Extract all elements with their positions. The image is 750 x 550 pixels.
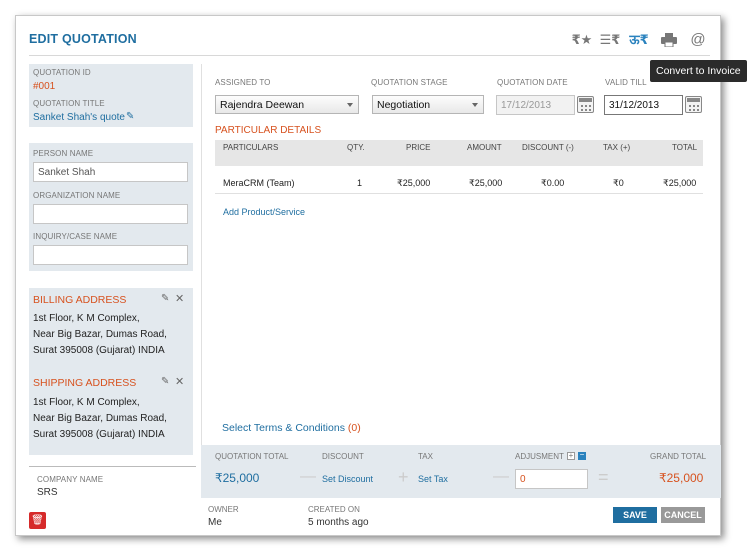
person-name-field[interactable]: Sanket Shah [33, 162, 188, 182]
col-total: TOTAL [672, 143, 698, 152]
billing-close-icon[interactable]: ✕ [175, 292, 184, 305]
row-divider [215, 193, 703, 194]
col-price: PRICE [406, 143, 431, 152]
calendar-icon[interactable] [577, 96, 594, 113]
col-tax: TAX (+) [603, 143, 631, 152]
discount-label: DISCOUNT [322, 452, 364, 461]
row-amount: ₹25,000 [469, 178, 503, 188]
row-tax: ₹0 [613, 178, 624, 188]
inquiry-label: INQUIRY/CASE NAME [33, 232, 118, 241]
save-button[interactable]: SAVE [613, 507, 657, 523]
set-tax-link[interactable]: Set Tax [418, 474, 448, 484]
column-divider [201, 64, 202, 447]
terms-link[interactable]: Select Terms & Conditions (0) [222, 422, 361, 434]
row-total: ₹25,000 [663, 178, 697, 188]
row-qty: 1 [357, 178, 363, 188]
quotation-date-label: QUOTATION DATE [497, 78, 568, 87]
billing-edit-icon[interactable]: ✎ [161, 293, 169, 304]
company-name: SRS [37, 487, 58, 498]
owner-label: OWNER [208, 505, 239, 514]
col-qty: QTY. [347, 143, 365, 152]
row-price: ₹25,000 [397, 178, 431, 188]
row-discount: ₹0.00 [541, 178, 565, 188]
pencil-icon[interactable]: ✎ [126, 111, 134, 122]
quotation-date-field[interactable]: 17/12/2013 [496, 95, 575, 115]
company-name-label: COMPANY NAME [37, 475, 104, 484]
rupee-sort-icon[interactable]: ☰₹ [599, 30, 621, 50]
add-product-link[interactable]: Add Product/Service [223, 207, 305, 217]
set-discount-link[interactable]: Set Discount [322, 474, 373, 484]
col-discount: DISCOUNT (-) [522, 143, 574, 152]
assigned-to-select[interactable]: Rajendra Deewan [215, 95, 359, 114]
valid-till-field[interactable]: 31/12/2013 [604, 95, 683, 115]
col-particulars: PARTICULARS [223, 143, 279, 152]
edit-quotation-window: EDIT QUOTATION ₹★ ☰₹ ऊ₹ @ Convert to Inv… [15, 15, 747, 536]
tax-label: TAX [418, 452, 433, 461]
plus-icon: + [398, 467, 409, 487]
inquiry-field[interactable] [33, 245, 188, 265]
delete-trash-icon[interactable]: 🗑 [29, 512, 46, 529]
quotation-title-label: QUOTATION TITLE [33, 99, 105, 108]
quotation-total: ₹25,000 [215, 471, 260, 485]
email-at-icon[interactable]: @ [687, 30, 709, 50]
header-divider [29, 55, 710, 56]
page-title: EDIT QUOTATION [29, 32, 137, 46]
created-on-label: CREATED ON [308, 505, 360, 514]
company-divider [29, 466, 196, 467]
row-particular: MeraCRM (Team) [223, 178, 295, 188]
adjustment-label: ADJUSMENT [515, 452, 564, 461]
grand-total-label: GRAND TOTAL [650, 452, 707, 461]
print-icon[interactable] [658, 30, 680, 50]
particular-details-title: PARTICULAR DETAILS [215, 125, 322, 136]
valid-till-label: VALID TILL [605, 78, 647, 87]
billing-address-label: BILLING ADDRESS [33, 294, 127, 306]
adjustment-minus-icon[interactable]: − [578, 451, 586, 460]
assigned-to-label: ASSIGNED TO [215, 78, 271, 87]
quotation-title[interactable]: Sanket Shah's quote [33, 112, 125, 123]
minus-icon: — [300, 468, 316, 485]
shipping-address: 1st Floor, K M Complex, Near Big Bazar, … [33, 397, 167, 440]
person-name-label: PERSON NAME [33, 149, 94, 158]
equals-icon: = [598, 467, 609, 487]
organization-name-label: ORGANIZATION NAME [33, 191, 121, 200]
convert-invoice-icon[interactable]: ऊ₹ [628, 30, 650, 50]
rupee-star-icon[interactable]: ₹★ [571, 30, 593, 50]
adjustment-field[interactable]: 0 [515, 469, 588, 489]
shipping-close-icon[interactable]: ✕ [175, 375, 184, 388]
tooltip: Convert to Invoice [650, 60, 747, 82]
quotation-stage-select[interactable]: Negotiation [372, 95, 484, 114]
cancel-button[interactable]: CANCEL [661, 507, 705, 523]
grand-total: ₹25,000 [659, 471, 704, 485]
col-amount: AMOUNT [467, 143, 502, 152]
owner-value: Me [208, 517, 222, 528]
organization-name-field[interactable] [33, 204, 188, 224]
quotation-total-label: QUOTATION TOTAL [215, 452, 289, 461]
shipping-edit-icon[interactable]: ✎ [161, 376, 169, 387]
quotation-id-label: QUOTATION ID [33, 68, 91, 77]
created-on-value: 5 months ago [308, 517, 369, 528]
billing-address: 1st Floor, K M Complex, Near Big Bazar, … [33, 313, 167, 356]
calendar-icon[interactable] [685, 96, 702, 113]
shipping-address-label: SHIPPING ADDRESS [33, 377, 137, 389]
adjustment-plus-icon[interactable]: + [567, 452, 575, 460]
minus-icon: — [493, 468, 509, 485]
quotation-stage-label: QUOTATION STAGE [371, 78, 448, 87]
quotation-id: #001 [33, 81, 56, 92]
